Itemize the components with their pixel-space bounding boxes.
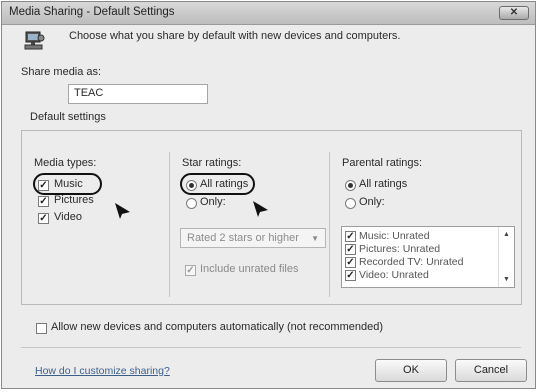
share-name-input[interactable]: TEAC [68, 84, 208, 104]
default-settings-label: Default settings [30, 111, 106, 123]
scroll-up-icon[interactable]: ▲ [503, 231, 510, 238]
list-item-checkbox[interactable]: ✓ [345, 231, 356, 242]
include-unrated-label: Include unrated files [200, 263, 299, 275]
share-media-label: Share media as: [21, 66, 102, 78]
pictures-label: Pictures [54, 194, 94, 206]
chevron-down-icon: ▼ [311, 234, 319, 243]
media-device-icon [24, 31, 45, 50]
star-ratings-label: Star ratings: [182, 157, 242, 169]
list-scrollbar[interactable]: ▲ ▼ [498, 227, 514, 287]
allow-devices-checkbox[interactable] [36, 323, 47, 334]
media-types-label: Media types: [34, 157, 97, 169]
parental-only-radio[interactable] [345, 198, 356, 209]
video-checkbox[interactable]: ✓ [38, 213, 49, 224]
star-rating-dropdown[interactable]: Rated 2 stars or higher ▼ [180, 228, 326, 248]
header-description: Choose what you share by default with ne… [69, 30, 401, 42]
parental-only-label: Only: [359, 196, 385, 208]
scroll-down-icon[interactable]: ▼ [503, 276, 510, 283]
list-item-checkbox[interactable]: ✓ [345, 244, 356, 255]
star-only-radio[interactable] [186, 198, 197, 209]
help-link[interactable]: How do I customize sharing? [35, 365, 170, 377]
ok-button[interactable]: OK [375, 359, 447, 382]
cancel-button[interactable]: Cancel [455, 359, 527, 382]
star-only-label: Only: [200, 196, 226, 208]
list-item-checkbox[interactable]: ✓ [345, 257, 356, 268]
divider [21, 347, 521, 348]
media-sharing-dialog: Media Sharing - Default Settings ✕ Choos… [1, 1, 536, 389]
star-rating-dropdown-value: Rated 2 stars or higher [187, 232, 299, 244]
pictures-checkbox[interactable]: ✓ [38, 196, 49, 207]
parental-all-ratings-label: All ratings [359, 178, 408, 190]
parental-ratings-list[interactable]: ✓ Music: Unrated ✓ Pictures: Unrated ✓ R… [341, 226, 515, 288]
column-divider [169, 152, 170, 297]
pointer-arrow-icon [115, 203, 130, 219]
close-button[interactable]: ✕ [499, 6, 529, 20]
parental-all-ratings-radio[interactable] [345, 180, 356, 191]
all-ratings-highlight-oval [180, 173, 255, 195]
title-bar: Media Sharing - Default Settings ✕ [2, 2, 535, 25]
video-label: Video [54, 211, 82, 223]
list-item-checkbox[interactable]: ✓ [345, 270, 356, 281]
include-unrated-checkbox[interactable]: ✓ [185, 265, 196, 276]
music-highlight-oval [33, 173, 102, 195]
pointer-arrow-icon [253, 201, 268, 217]
window-title: Media Sharing - Default Settings [9, 6, 175, 18]
parental-ratings-label: Parental ratings: [342, 157, 423, 169]
column-divider [329, 152, 330, 297]
allow-devices-label: Allow new devices and computers automati… [51, 321, 383, 333]
